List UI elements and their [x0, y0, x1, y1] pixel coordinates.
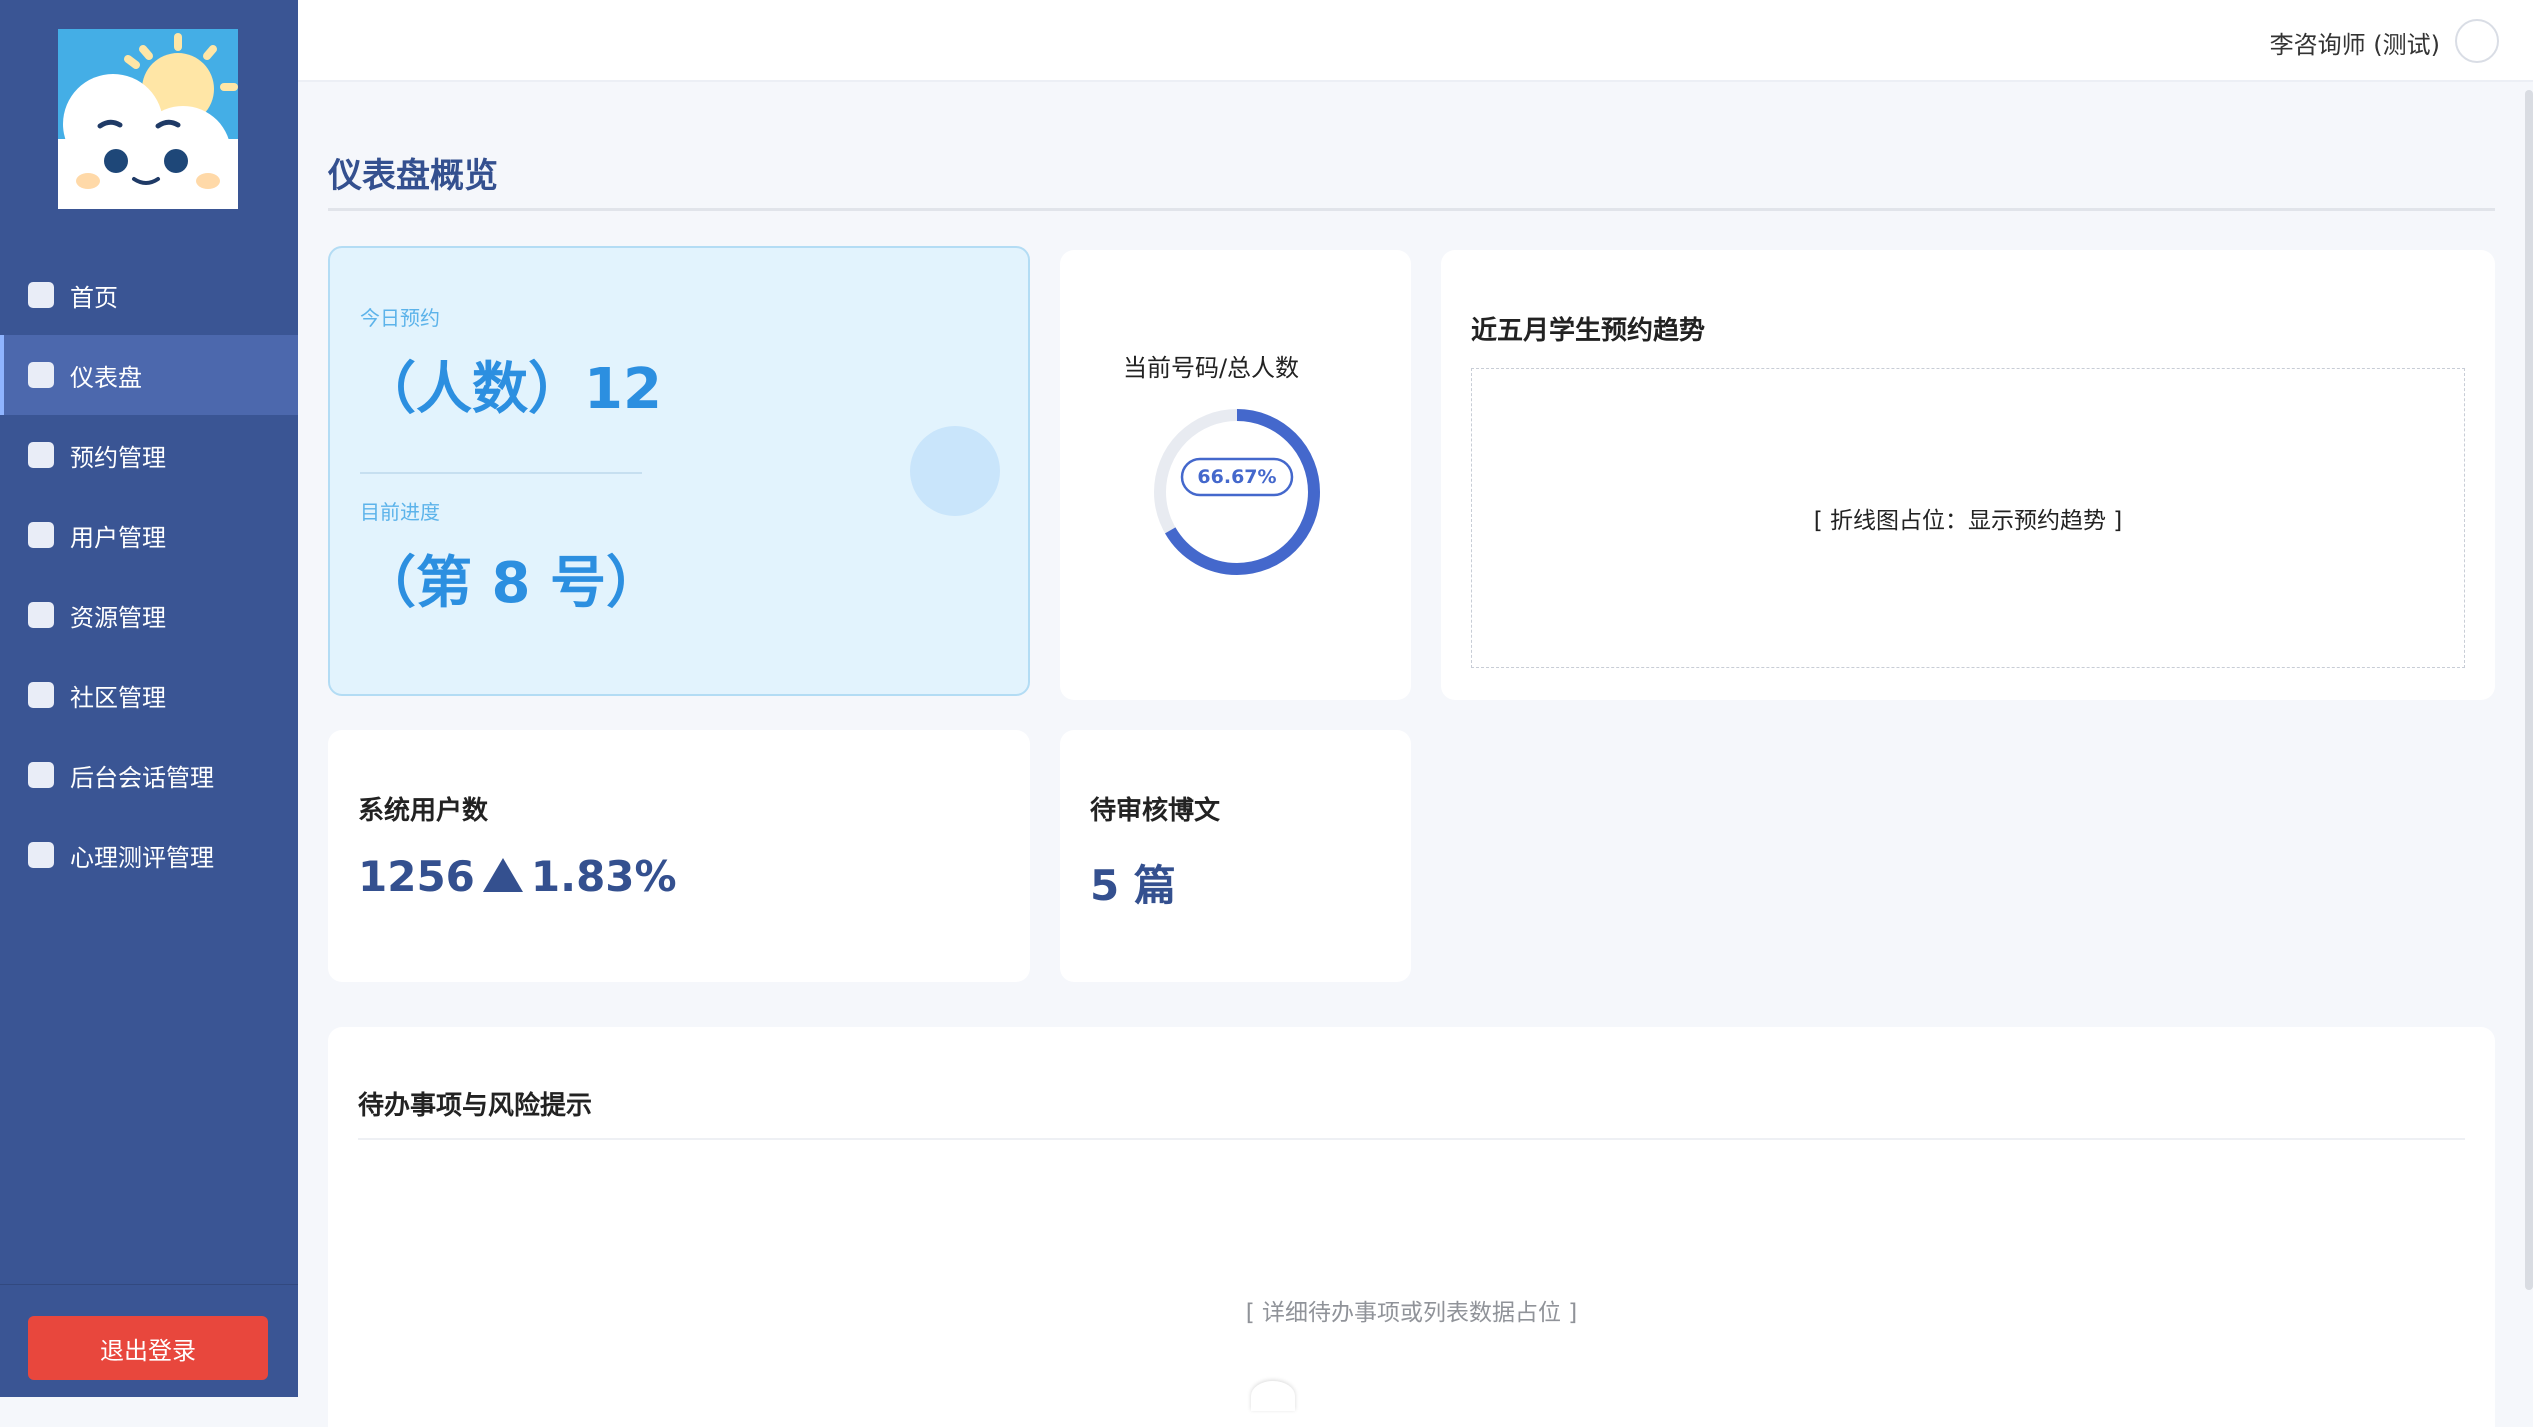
- title-divider: [328, 208, 2495, 211]
- sidebar-item-label: 预约管理: [70, 443, 166, 472]
- community-icon: [28, 682, 54, 708]
- todo-risk-card: 待办事项与风险提示 [ 详细待办事项或列表数据占位 ]: [328, 1027, 2495, 1427]
- sidebar: 首页 仪表盘 预约管理 用户管理 资源管理 社区管理 后台会话管理 心理测评管理…: [0, 0, 298, 1397]
- trend-chart-placeholder: [ 折线图占位：显示预约趋势 ]: [1471, 368, 2465, 668]
- trend-placeholder-text: [ 折线图占位：显示预约趋势 ]: [1813, 508, 2123, 534]
- todo-risk-title: 待办事项与风险提示: [358, 1091, 593, 1121]
- sidebar-item-community[interactable]: 社区管理: [0, 655, 298, 735]
- today-booking-label: 今日预约: [360, 306, 440, 330]
- app-logo: [58, 29, 238, 209]
- cloud-sun-logo-icon: [58, 29, 238, 209]
- sidebar-item-label: 后台会话管理: [70, 763, 214, 792]
- clipboard-icon: [28, 842, 54, 868]
- queue-progress-card: 当前号码/总人数 66.67%: [1060, 250, 1411, 700]
- page-title: 仪表盘概览: [328, 156, 498, 196]
- current-progress-label: 目前进度: [360, 500, 440, 524]
- system-users-change: 1.83%: [530, 852, 677, 901]
- progress-percent-label: 66.67%: [1197, 466, 1276, 488]
- user-avatar[interactable]: [2455, 19, 2499, 63]
- sidebar-item-label: 社区管理: [70, 683, 166, 712]
- home-icon: [28, 282, 54, 308]
- sidebar-item-label: 仪表盘: [70, 363, 142, 392]
- scroll-to-top-icon[interactable]: [1251, 1381, 1295, 1411]
- sidebar-item-sessions[interactable]: 后台会话管理: [0, 735, 298, 815]
- page-scrollbar[interactable]: [2525, 90, 2533, 1290]
- sidebar-divider: [0, 1284, 298, 1285]
- sidebar-item-label: 心理测评管理: [70, 843, 214, 872]
- trend-up-icon: [482, 858, 523, 892]
- sidebar-item-label: 首页: [70, 283, 118, 312]
- booking-trend-card: 近五月学生预约趋势 [ 折线图占位：显示预约趋势 ]: [1441, 250, 2495, 700]
- system-users-title: 系统用户数: [358, 796, 489, 826]
- users-icon: [28, 522, 54, 548]
- today-booking-value: （人数）12: [360, 357, 662, 422]
- chat-icon: [28, 762, 54, 788]
- pending-posts-title: 待审核博文: [1090, 796, 1221, 826]
- sidebar-menu: 首页 仪表盘 预约管理 用户管理 资源管理 社区管理 后台会话管理 心理测评管理: [0, 255, 298, 895]
- system-users-count: 1256: [358, 852, 475, 901]
- sidebar-item-label: 资源管理: [70, 603, 166, 632]
- dashboard-icon: [28, 362, 54, 388]
- booking-trend-title: 近五月学生预约趋势: [1471, 316, 1706, 346]
- pending-posts-card: 待审核博文 5 篇: [1060, 730, 1411, 982]
- logout-button[interactable]: 退出登录: [28, 1316, 268, 1380]
- sidebar-item-appointments[interactable]: 预约管理: [0, 415, 298, 495]
- pending-posts-value: 5 篇: [1090, 861, 1176, 910]
- sidebar-item-resources[interactable]: 资源管理: [0, 575, 298, 655]
- calendar-icon: [28, 442, 54, 468]
- sidebar-item-assessments[interactable]: 心理测评管理: [0, 815, 298, 895]
- queue-progress-title: 当前号码/总人数: [1122, 354, 1300, 382]
- current-user-name[interactable]: 李咨询师 (测试): [2270, 25, 2440, 60]
- sidebar-item-users[interactable]: 用户管理: [0, 495, 298, 575]
- todo-list-placeholder: [ 详细待办事项或列表数据占位 ]: [1245, 1300, 1578, 1326]
- system-users-stat: 1256 1.83%: [358, 852, 677, 901]
- folder-icon: [28, 602, 54, 628]
- top-bar: 李咨询师 (测试): [298, 0, 2533, 82]
- current-progress-value: （第 8 号）: [360, 551, 662, 616]
- progress-ring: 66.67%: [1154, 409, 1320, 575]
- today-booking-card: 今日预约 （人数）12 目前进度 （第 8 号）: [328, 246, 1030, 696]
- decorative-circle: [910, 426, 1000, 516]
- sidebar-item-dashboard[interactable]: 仪表盘: [0, 335, 298, 415]
- booking-card-divider: [360, 472, 642, 474]
- sidebar-item-home[interactable]: 首页: [0, 255, 298, 335]
- sidebar-item-label: 用户管理: [70, 523, 166, 552]
- system-users-card: 系统用户数 1256 1.83%: [328, 730, 1030, 982]
- todo-divider: [358, 1138, 2465, 1140]
